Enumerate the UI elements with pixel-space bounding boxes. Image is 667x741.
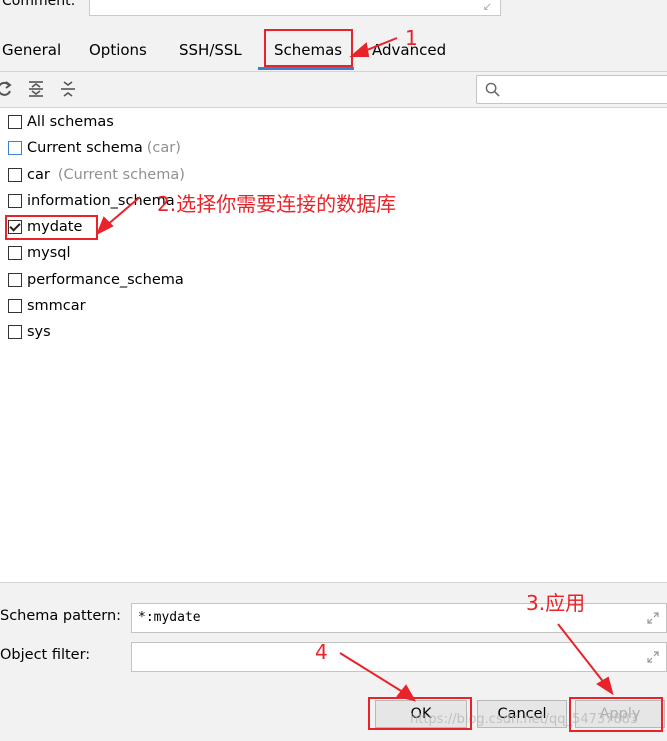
collapse-all-icon[interactable] xyxy=(58,79,78,99)
expand-field-icon[interactable] xyxy=(646,611,660,625)
tab-bar: General Options SSH/SSL Schemas Advanced xyxy=(0,29,667,71)
checkbox[interactable] xyxy=(8,246,22,260)
checkbox-checked[interactable] xyxy=(8,220,22,234)
list-item[interactable]: mydate xyxy=(8,215,82,239)
arrow-head xyxy=(596,676,614,696)
schema-hint: (Current schema) xyxy=(57,167,185,183)
checkbox[interactable] xyxy=(8,325,22,339)
annotation-step-2: 2.选择你需要连接的数据库 xyxy=(157,192,397,216)
schema-name: mydate xyxy=(27,219,83,235)
comment-label: Comment: xyxy=(2,0,76,9)
list-item[interactable]: Current schema (car) xyxy=(8,136,181,160)
schema-name: sys xyxy=(27,324,51,340)
object-filter-label: Object filter: xyxy=(0,647,91,663)
list-item[interactable]: smmcar xyxy=(8,294,86,318)
annotation-step-3: 3.应用 xyxy=(526,591,586,615)
list-item[interactable]: car (Current schema) xyxy=(8,163,185,187)
schema-hint: (car) xyxy=(146,140,181,156)
annotation-step-1: 1 xyxy=(405,26,418,50)
schema-name: mysql xyxy=(27,245,71,261)
resize-grip-icon: ↙ xyxy=(482,0,492,13)
comment-field[interactable]: ↙ xyxy=(89,0,501,16)
refresh-icon[interactable] xyxy=(0,79,14,99)
list-item[interactable]: sys xyxy=(8,320,51,344)
list-item[interactable]: information_schema xyxy=(8,189,175,213)
active-tab-indicator xyxy=(258,67,354,70)
divider xyxy=(0,582,667,583)
checkbox[interactable] xyxy=(8,115,22,129)
schema-name: information_schema xyxy=(27,193,175,209)
checkbox[interactable] xyxy=(8,168,22,182)
schema-name: All schemas xyxy=(27,114,114,130)
tab-schemas[interactable]: Schemas xyxy=(274,41,342,59)
schema-pattern-label: Schema pattern: xyxy=(0,608,122,624)
schema-name: Current schema xyxy=(27,140,143,156)
expand-field-icon[interactable] xyxy=(646,650,660,664)
search-icon xyxy=(485,82,500,97)
checkbox[interactable] xyxy=(8,194,22,208)
schema-list: All schemas Current schema (car) car (Cu… xyxy=(0,108,667,582)
schema-name: car xyxy=(27,167,50,183)
watermark: https://blog.csdn.net/qq_54737883 xyxy=(410,712,639,727)
list-item[interactable]: performance_schema xyxy=(8,268,184,292)
tab-general[interactable]: General xyxy=(2,41,61,59)
list-item[interactable]: All schemas xyxy=(8,110,114,134)
tab-ssh-ssl[interactable]: SSH/SSL xyxy=(179,41,242,59)
arrow-head xyxy=(396,684,417,702)
checkbox[interactable] xyxy=(8,141,22,155)
schema-pattern-value: *:mydate xyxy=(138,610,201,625)
expand-all-icon[interactable] xyxy=(26,79,46,99)
search-input[interactable] xyxy=(476,75,667,104)
checkbox[interactable] xyxy=(8,299,22,313)
annotation-step-4: 4 xyxy=(315,640,328,664)
schema-name: smmcar xyxy=(27,298,86,314)
tab-options[interactable]: Options xyxy=(89,41,147,59)
schema-pattern-input[interactable]: *:mydate xyxy=(131,603,667,633)
checkbox[interactable] xyxy=(8,273,22,287)
schema-name: performance_schema xyxy=(27,272,184,288)
object-filter-input[interactable] xyxy=(131,642,667,672)
list-item[interactable]: mysql xyxy=(8,241,71,265)
toolbar xyxy=(0,72,667,108)
